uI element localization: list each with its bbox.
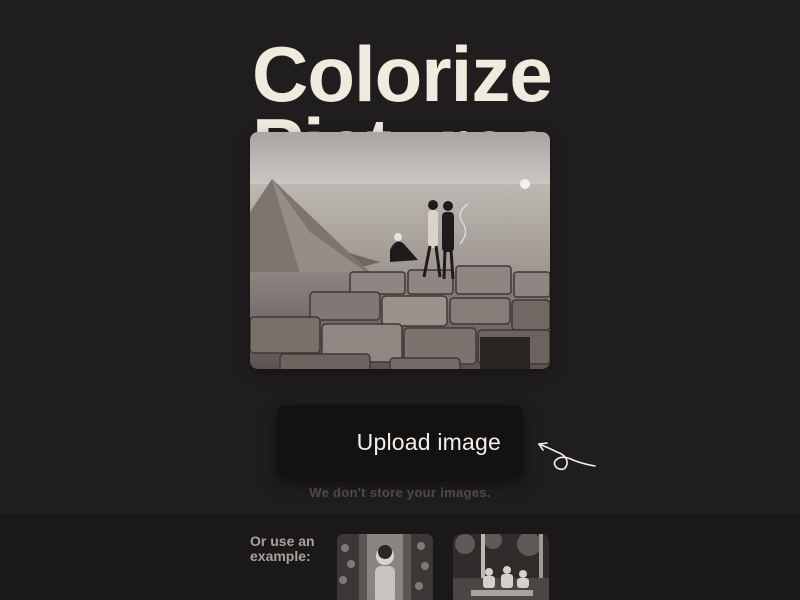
examples-label: Or use an example: — [250, 533, 315, 564]
upload-image-label: Upload image — [356, 429, 501, 455]
curly-arrow-icon — [538, 442, 596, 471]
page: Colorize Pictures — [0, 0, 800, 600]
example-thumbnail-1[interactable] — [337, 534, 433, 600]
example-thumbnail-2[interactable] — [453, 534, 549, 600]
example-photo-1 — [337, 534, 433, 600]
sample-photo — [250, 132, 550, 369]
privacy-note: We don't store your images. — [309, 485, 491, 500]
example-photo-2 — [453, 534, 549, 600]
pyramid-photo-illustration — [250, 132, 550, 369]
upload-image-button[interactable]: Upload image — [277, 405, 523, 477]
examples-panel: Or use an example: — [0, 514, 800, 600]
